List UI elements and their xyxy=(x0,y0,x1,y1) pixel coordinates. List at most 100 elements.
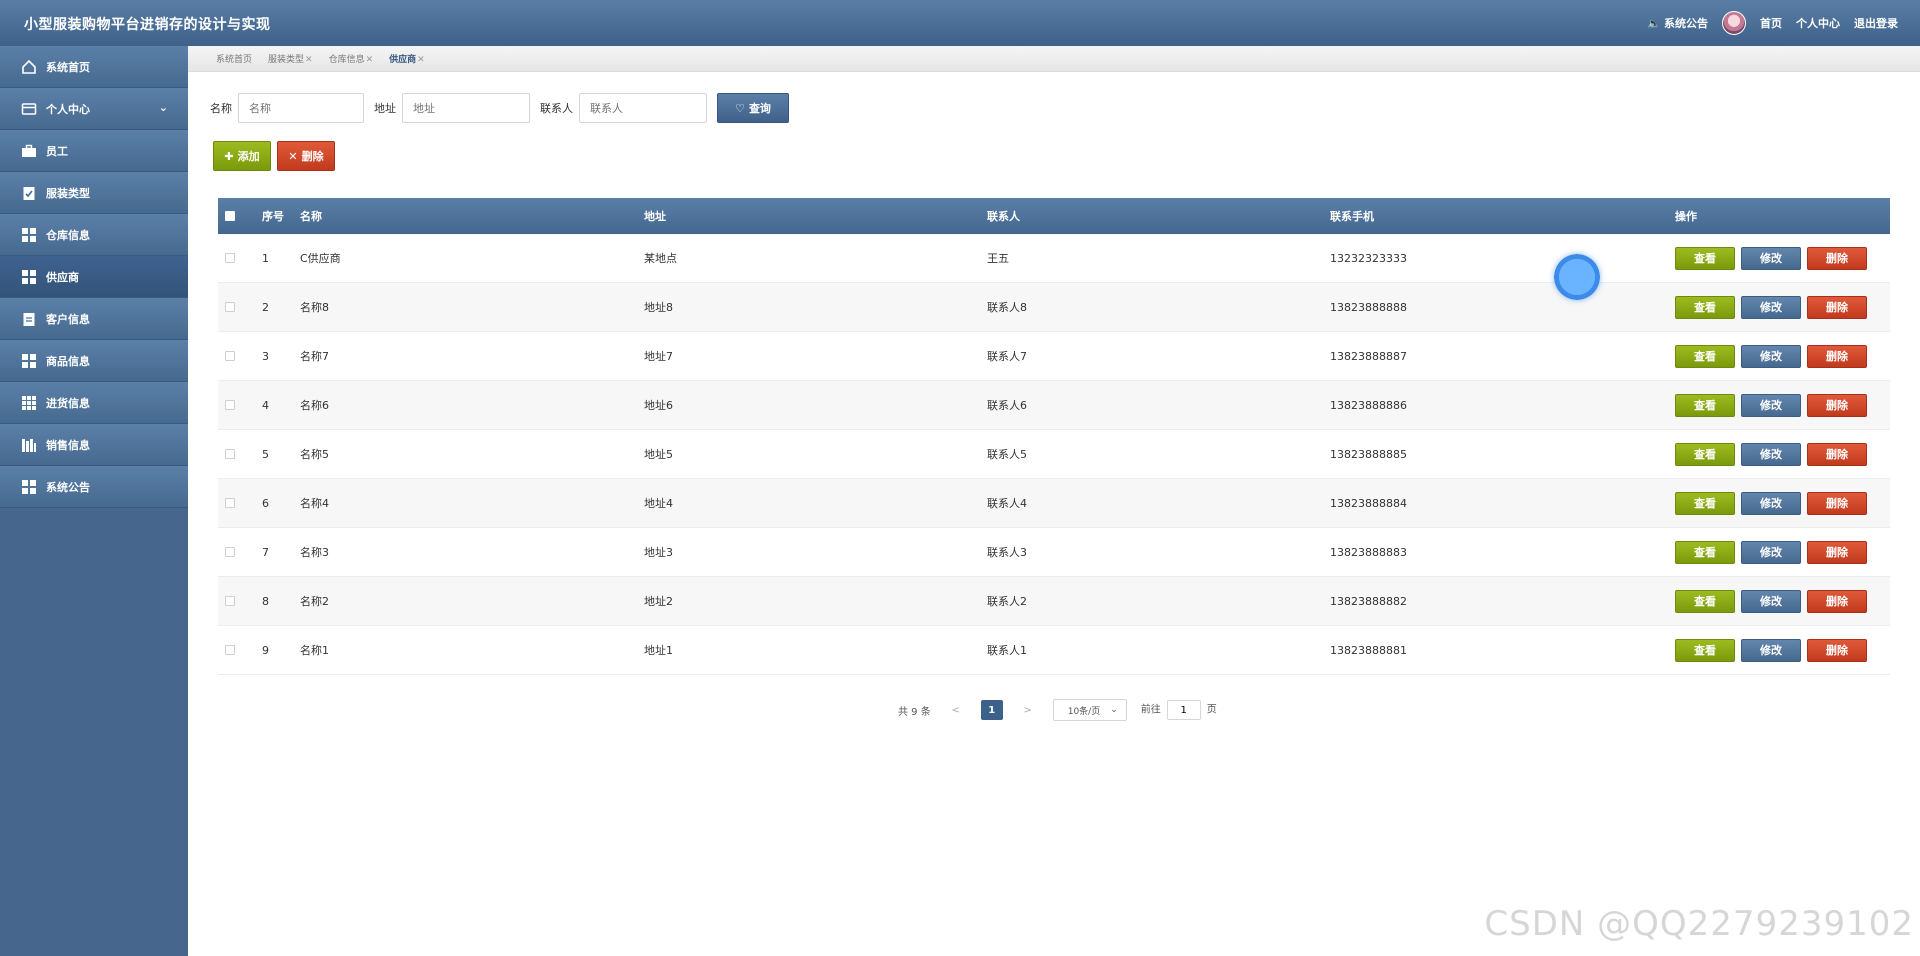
view-button[interactable]: 查看 xyxy=(1675,246,1735,270)
profile-link[interactable]: 个人中心 xyxy=(1796,15,1840,31)
next-page-button[interactable]: > xyxy=(1017,700,1039,720)
view-button[interactable]: 查看 xyxy=(1675,638,1735,662)
tab-2[interactable]: 仓库信息✕ xyxy=(329,52,374,65)
cell-op: 查看 修改 删除 xyxy=(1673,491,1890,515)
sidebar-item-label: 客户信息 xyxy=(46,312,90,326)
chevron-down-icon[interactable]: ⌄ xyxy=(159,101,168,114)
table-row: 8 名称2 地址2 联系人2 13823888882 查看 修改 删除 xyxy=(218,577,1890,626)
row-checkbox[interactable] xyxy=(225,400,235,410)
sidebar-item-2[interactable]: 员工 xyxy=(0,130,188,172)
loading-spinner-icon xyxy=(1554,254,1600,300)
view-button[interactable]: 查看 xyxy=(1675,393,1735,417)
total-count: 共 9 条 xyxy=(898,706,931,718)
row-checkbox[interactable] xyxy=(225,645,235,655)
addr-input[interactable] xyxy=(402,93,530,123)
cell-contact: 联系人3 xyxy=(987,546,1027,559)
page-size-select[interactable]: 10条/页 ⌄ xyxy=(1052,699,1127,721)
contact-label: 联系人 xyxy=(540,102,573,115)
query-button[interactable]: ♡ 查询 xyxy=(717,93,789,123)
contact-input[interactable] xyxy=(579,93,707,123)
view-button[interactable]: 查看 xyxy=(1675,295,1735,319)
logout-link[interactable]: 退出登录 xyxy=(1854,15,1898,31)
notice-link[interactable]: 🔈 系统公告 xyxy=(1647,15,1708,31)
cell-no: 7 xyxy=(262,545,269,559)
close-icon[interactable]: ✕ xyxy=(305,55,313,65)
row-delete-button[interactable]: 删除 xyxy=(1807,540,1867,564)
tab-1[interactable]: 服装类型✕ xyxy=(268,52,313,65)
row-check-cell xyxy=(218,596,262,606)
close-icon[interactable]: ✕ xyxy=(417,55,425,65)
sidebar-item-10[interactable]: 系统公告 xyxy=(0,466,188,508)
select-all-checkbox[interactable] xyxy=(225,211,235,221)
name-input[interactable] xyxy=(238,93,364,123)
sidebar-item-3[interactable]: 服装类型 xyxy=(0,172,188,214)
sidebar-item-7[interactable]: 商品信息 xyxy=(0,340,188,382)
tab-3[interactable]: 供应商✕ xyxy=(389,52,425,65)
cell-addr: 地址8 xyxy=(644,301,673,314)
cell-no: 3 xyxy=(262,349,269,363)
goto-page: 前往 页 xyxy=(1141,700,1217,720)
row-delete-button[interactable]: 删除 xyxy=(1807,295,1867,319)
tab-label: 服装类型 xyxy=(268,55,305,65)
sidebar-item-8[interactable]: 进货信息 xyxy=(0,382,188,424)
avatar[interactable] xyxy=(1722,11,1746,35)
view-button[interactable]: 查看 xyxy=(1675,540,1735,564)
row-delete-button[interactable]: 删除 xyxy=(1807,638,1867,662)
row-delete-button[interactable]: 删除 xyxy=(1807,491,1867,515)
edit-button[interactable]: 修改 xyxy=(1741,393,1801,417)
close-icon[interactable]: ✕ xyxy=(366,55,374,65)
sidebar-item-9[interactable]: 销售信息 xyxy=(0,424,188,466)
cell-op: 查看 修改 删除 xyxy=(1673,295,1890,319)
speaker-icon: 🔈 xyxy=(1647,17,1661,30)
add-button[interactable]: ✚ 添加 xyxy=(213,141,271,171)
row-checkbox[interactable] xyxy=(225,498,235,508)
page-1-button[interactable]: 1 xyxy=(980,700,1003,720)
view-button[interactable]: 查看 xyxy=(1675,442,1735,466)
edit-button[interactable]: 修改 xyxy=(1741,540,1801,564)
sidebar-item-4[interactable]: 仓库信息 xyxy=(0,214,188,256)
row-delete-button[interactable]: 删除 xyxy=(1807,344,1867,368)
row-checkbox[interactable] xyxy=(225,596,235,606)
row-delete-button[interactable]: 删除 xyxy=(1807,589,1867,613)
row-delete-button[interactable]: 删除 xyxy=(1807,393,1867,417)
sidebar-item-0[interactable]: 系统首页 xyxy=(0,46,188,88)
view-button[interactable]: 查看 xyxy=(1675,589,1735,613)
row-delete-button[interactable]: 删除 xyxy=(1807,442,1867,466)
edit-button[interactable]: 修改 xyxy=(1741,246,1801,270)
cell-no: 6 xyxy=(262,496,269,510)
edit-button[interactable]: 修改 xyxy=(1741,442,1801,466)
table-row: 4 名称6 地址6 联系人6 13823888886 查看 修改 删除 xyxy=(218,381,1890,430)
cell-no: 1 xyxy=(262,251,269,265)
row-check-cell xyxy=(218,645,262,655)
delete-button[interactable]: ✕ 删除 xyxy=(277,141,335,171)
cell-addr: 地址1 xyxy=(644,644,673,657)
view-button[interactable]: 查看 xyxy=(1675,344,1735,368)
goto-input[interactable] xyxy=(1166,700,1201,720)
row-checkbox[interactable] xyxy=(225,449,235,459)
sidebar-item-5[interactable]: 供应商 xyxy=(0,256,188,298)
edit-button[interactable]: 修改 xyxy=(1741,295,1801,319)
sidebar-item-1[interactable]: 个人中心 ⌄ xyxy=(0,88,188,130)
edit-button[interactable]: 修改 xyxy=(1741,589,1801,613)
cell-phone: 13823888881 xyxy=(1330,643,1407,657)
header-contact: 联系人 xyxy=(987,210,1020,223)
cell-phone: 13823888888 xyxy=(1330,300,1407,314)
row-delete-button[interactable]: 删除 xyxy=(1807,246,1867,270)
prev-page-button[interactable]: < xyxy=(945,700,967,720)
home-link[interactable]: 首页 xyxy=(1760,15,1782,31)
view-button[interactable]: 查看 xyxy=(1675,491,1735,515)
row-checkbox[interactable] xyxy=(225,253,235,263)
sidebar-item-label: 系统公告 xyxy=(46,480,90,494)
edit-button[interactable]: 修改 xyxy=(1741,638,1801,662)
tab-0[interactable]: 系统首页 xyxy=(216,52,252,65)
row-checkbox[interactable] xyxy=(225,302,235,312)
row-checkbox[interactable] xyxy=(225,351,235,361)
cell-phone: 13823888882 xyxy=(1330,594,1407,608)
notice-label: 系统公告 xyxy=(1664,17,1708,30)
header-no: 序号 xyxy=(262,210,284,223)
books-icon xyxy=(20,436,38,454)
edit-button[interactable]: 修改 xyxy=(1741,491,1801,515)
sidebar-item-6[interactable]: 客户信息 xyxy=(0,298,188,340)
edit-button[interactable]: 修改 xyxy=(1741,344,1801,368)
row-checkbox[interactable] xyxy=(225,547,235,557)
